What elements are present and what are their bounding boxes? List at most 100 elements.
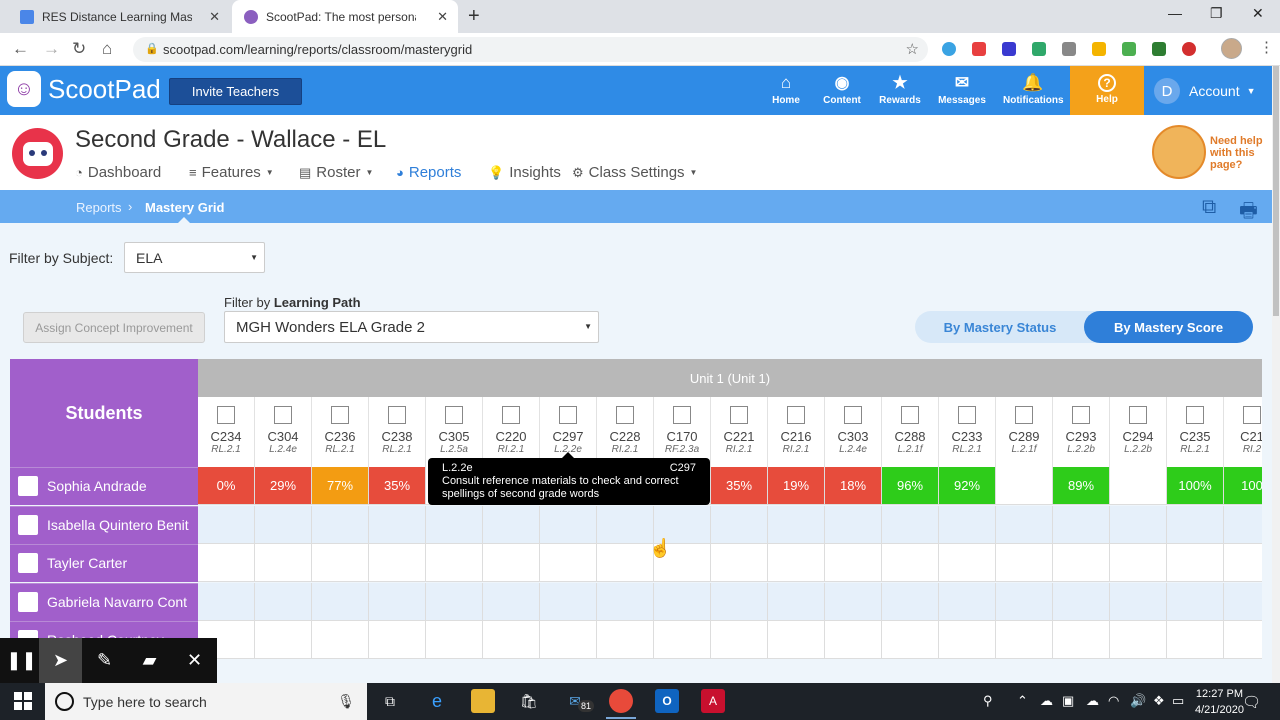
concept-code[interactable]: C228 <box>597 430 653 444</box>
score-cell[interactable] <box>939 505 996 544</box>
print-icon[interactable]: 🖶 <box>1239 196 1258 230</box>
score-cell[interactable] <box>711 582 768 621</box>
student-checkbox[interactable] <box>18 514 38 535</box>
learning-path-select[interactable]: MGH Wonders ELA Grade 2 ▼ <box>224 311 599 343</box>
volume-icon[interactable]: 🔊 <box>1130 693 1146 709</box>
score-cell[interactable] <box>312 621 369 659</box>
score-cell[interactable] <box>768 505 825 544</box>
nav-dashboard[interactable]: ◔ Dashboard <box>75 164 161 181</box>
student-checkbox[interactable] <box>18 476 38 496</box>
concept-checkbox[interactable] <box>844 406 862 424</box>
score-cell[interactable] <box>369 544 426 582</box>
score-cell[interactable]: 100% <box>1167 467 1224 505</box>
score-cell[interactable] <box>597 582 654 621</box>
account-menu[interactable]: D Account ▼ <box>1154 78 1256 104</box>
concept-checkbox[interactable] <box>958 406 976 424</box>
concept-code[interactable]: C216 <box>768 430 824 444</box>
score-cell[interactable] <box>768 544 825 582</box>
nav-home[interactable]: ⌂ Home <box>771 73 801 106</box>
score-cell[interactable]: 35% <box>711 467 768 505</box>
concept-checkbox[interactable] <box>274 406 292 424</box>
score-cell[interactable] <box>597 544 654 582</box>
help-mascot-icon[interactable] <box>1152 125 1206 179</box>
score-cell[interactable]: 18% <box>825 467 882 505</box>
score-cell[interactable] <box>540 505 597 544</box>
scootpad-logo[interactable]: ☺ ScootPad <box>7 71 161 107</box>
forward-icon[interactable]: → <box>43 39 60 59</box>
score-cell[interactable] <box>198 582 255 621</box>
concept-checkbox[interactable] <box>1129 406 1147 424</box>
score-cell[interactable] <box>1053 544 1110 582</box>
browser-tab-active[interactable]: ScootPad: The most personalized ✕ <box>232 0 458 33</box>
people-icon[interactable]: ⚲ <box>983 693 993 709</box>
extension-icon[interactable] <box>942 42 956 56</box>
concept-checkbox[interactable] <box>1243 406 1261 424</box>
score-cell[interactable] <box>654 621 711 659</box>
score-cell[interactable]: 0% <box>198 467 255 505</box>
by-mastery-score-button[interactable]: By Mastery Score <box>1084 311 1253 343</box>
score-cell[interactable] <box>996 544 1053 582</box>
nav-messages[interactable]: ✉ Messages <box>937 73 987 106</box>
concept-code[interactable]: C220 <box>483 430 539 444</box>
score-cell[interactable] <box>996 582 1053 621</box>
score-cell[interactable] <box>255 582 312 621</box>
score-cell[interactable]: 89% <box>1053 467 1110 505</box>
edge-icon[interactable]: e <box>425 689 449 713</box>
score-cell[interactable] <box>1110 467 1167 505</box>
assign-concept-improvement-button[interactable]: Assign Concept Improvement <box>23 312 205 343</box>
score-cell[interactable] <box>654 582 711 621</box>
score-cell[interactable] <box>597 621 654 659</box>
breadcrumb-reports[interactable]: Reports <box>76 200 122 215</box>
score-cell[interactable] <box>369 505 426 544</box>
score-cell[interactable] <box>1110 582 1167 621</box>
score-cell[interactable] <box>540 621 597 659</box>
browser-tab[interactable]: RES Distance Learning Master Sc ✕ <box>8 0 230 33</box>
score-cell[interactable] <box>825 621 882 659</box>
score-cell[interactable] <box>939 582 996 621</box>
score-cell[interactable] <box>1053 621 1110 659</box>
student-checkbox[interactable] <box>18 591 38 612</box>
score-cell[interactable] <box>996 505 1053 544</box>
student-name-cell[interactable]: Sophia Andrade <box>10 467 198 505</box>
score-cell[interactable] <box>312 505 369 544</box>
nav-roster[interactable]: ▤ Roster ▼ <box>299 164 373 181</box>
concept-code[interactable]: C293 <box>1053 430 1109 444</box>
nav-rewards[interactable]: ★ Rewards <box>878 73 922 106</box>
extension-icon[interactable] <box>1062 42 1076 56</box>
reload-icon[interactable]: ↻ <box>72 39 86 59</box>
score-cell[interactable] <box>1224 582 1262 621</box>
concept-code[interactable]: C170 <box>654 430 710 444</box>
concept-code[interactable]: C238 <box>369 430 425 444</box>
score-cell[interactable] <box>825 505 882 544</box>
concept-checkbox[interactable] <box>217 406 235 424</box>
pen-icon[interactable]: ✎ <box>83 638 126 683</box>
concept-code[interactable]: C304 <box>255 430 311 444</box>
score-cell[interactable] <box>312 544 369 582</box>
score-cell[interactable] <box>483 582 540 621</box>
concept-checkbox[interactable] <box>559 406 577 424</box>
score-cell[interactable] <box>255 621 312 659</box>
chevron-up-icon[interactable]: ⌃ <box>1017 693 1028 709</box>
score-cell[interactable] <box>996 467 1053 505</box>
score-cell[interactable] <box>483 505 540 544</box>
close-tab-icon[interactable]: ✕ <box>209 9 220 25</box>
score-cell[interactable] <box>198 544 255 582</box>
invite-teachers-button[interactable]: Invite Teachers <box>169 78 302 105</box>
score-cell[interactable] <box>939 621 996 659</box>
acrobat-icon[interactable]: A <box>701 689 725 713</box>
bookmark-star-icon[interactable]: ☆ <box>906 40 919 58</box>
keyboard-icon[interactable]: ▭ <box>1172 693 1184 709</box>
score-cell[interactable] <box>312 582 369 621</box>
score-cell[interactable]: 19% <box>768 467 825 505</box>
concept-checkbox[interactable] <box>331 406 349 424</box>
home-icon[interactable]: ⌂ <box>102 39 112 59</box>
score-cell[interactable] <box>483 621 540 659</box>
by-mastery-status-button[interactable]: By Mastery Status <box>915 311 1085 343</box>
store-icon[interactable]: 🛍 <box>517 689 541 713</box>
concept-checkbox[interactable] <box>1186 406 1204 424</box>
close-tab-icon[interactable]: ✕ <box>437 9 448 25</box>
concept-code[interactable]: C235 <box>1167 430 1223 444</box>
score-cell[interactable]: 96% <box>882 467 939 505</box>
score-cell[interactable] <box>1167 544 1224 582</box>
score-cell[interactable] <box>369 582 426 621</box>
